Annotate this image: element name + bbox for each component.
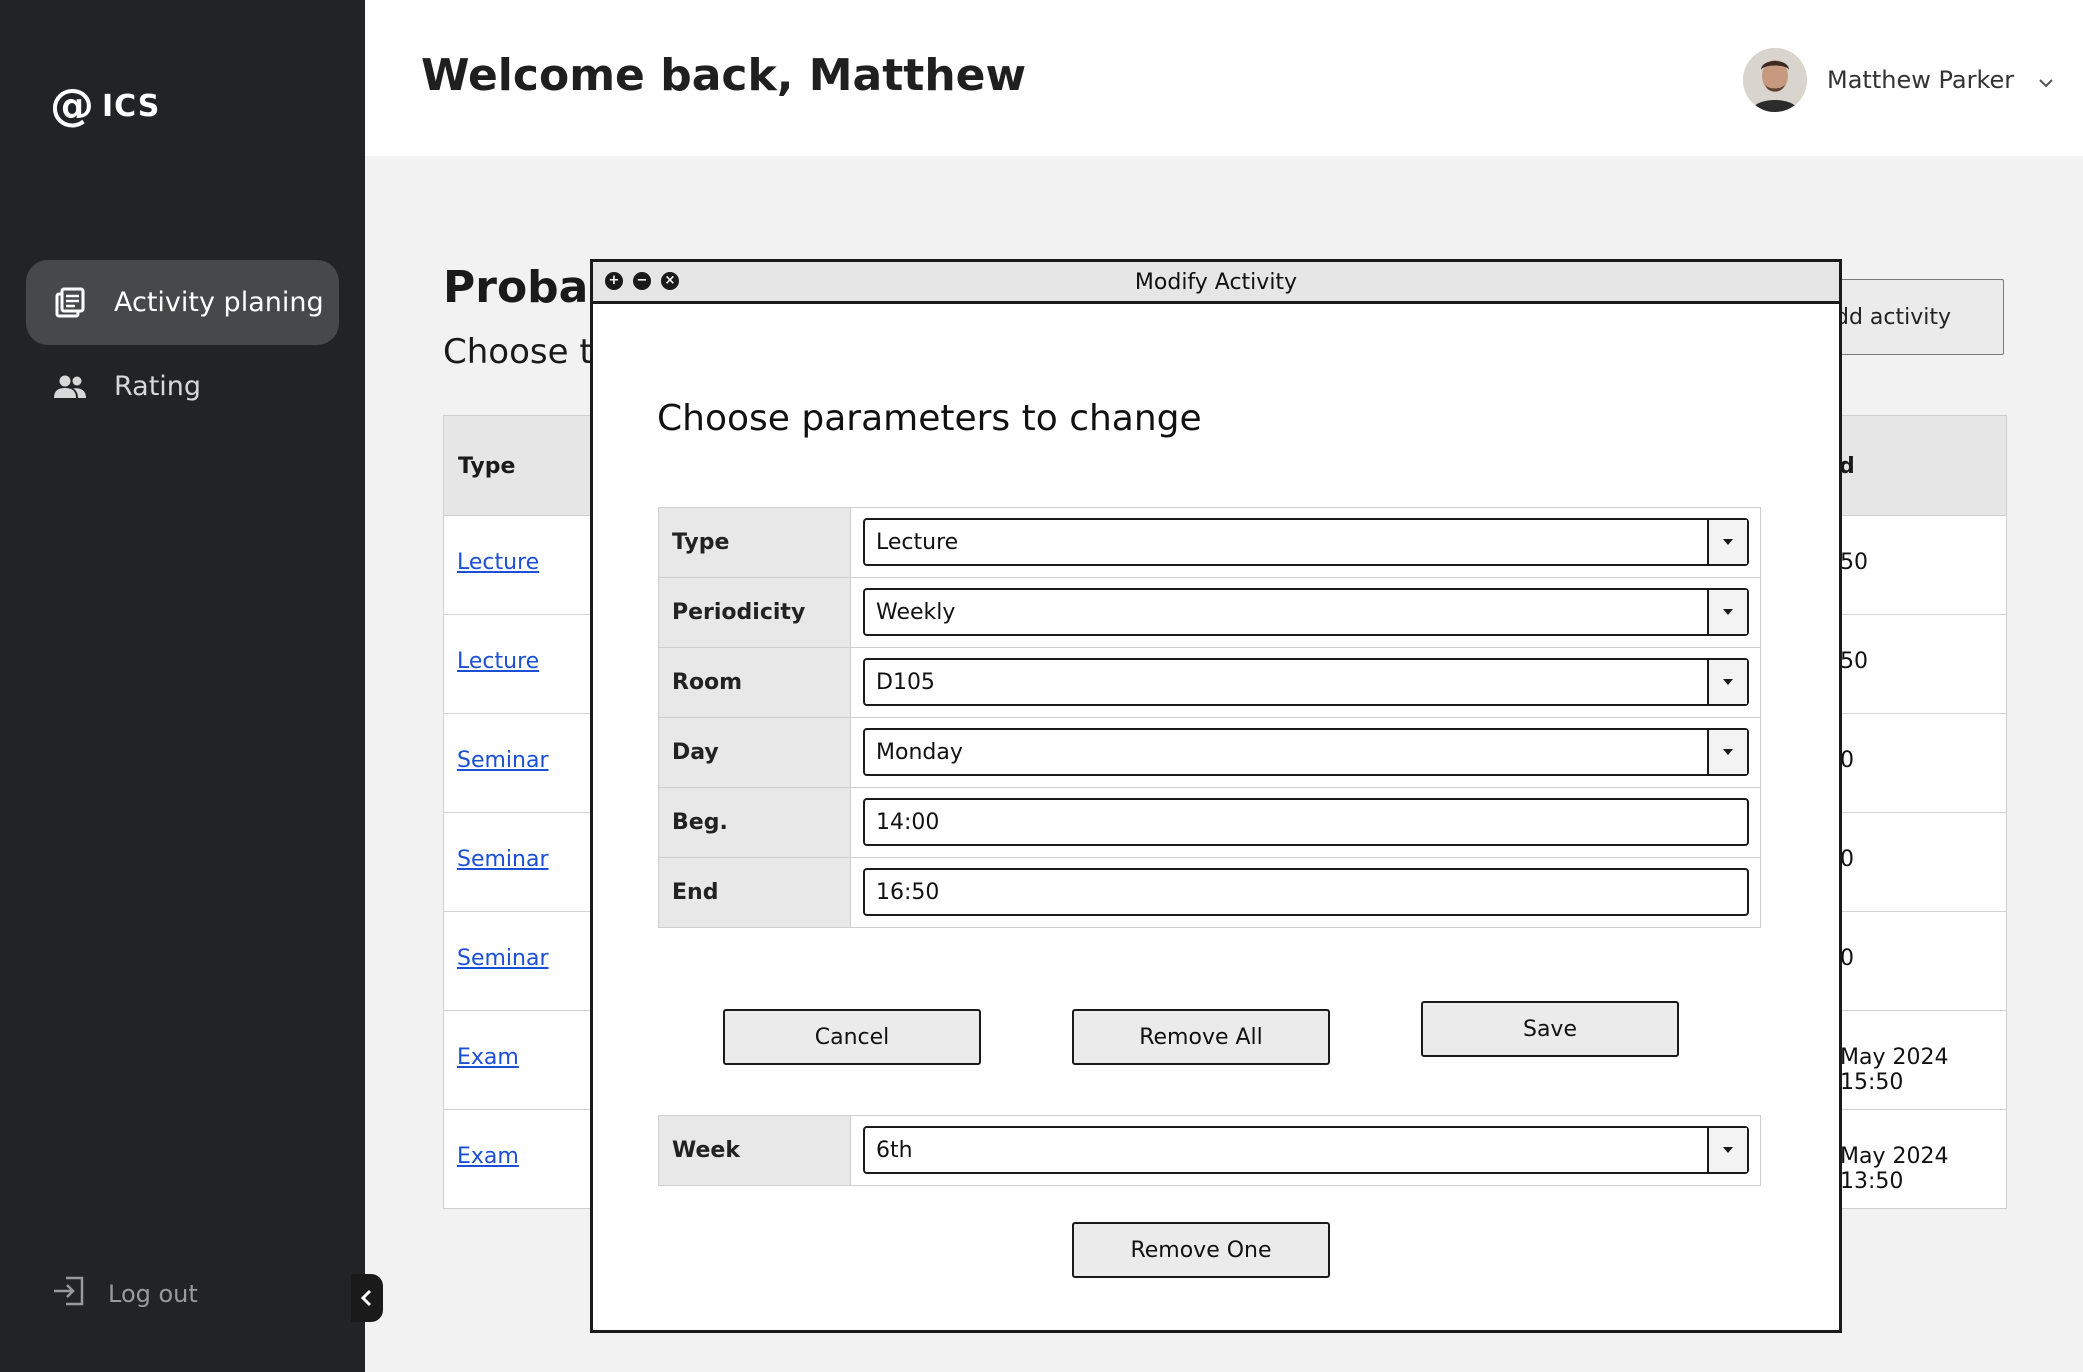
activity-type-link[interactable]: Exam [457,1144,519,1169]
logo[interactable]: @ ICS [50,84,160,128]
form-row-room: Room D105 [659,648,1760,718]
select-value: D105 [876,669,935,695]
select-value: Lecture [876,529,959,555]
form-row-beg: Beg. 14:00 [659,788,1760,858]
room-select[interactable]: D105 [863,658,1749,706]
field-label: Room [659,648,851,717]
activity-end: 0 [1840,847,1854,872]
form-row-periodicity: Periodicity Weekly [659,578,1760,648]
beg-time-input[interactable]: 14:00 [863,798,1749,846]
activity-end: 0 [1840,946,1854,971]
field-label: Day [659,718,851,787]
activity-type-link[interactable]: Exam [457,1045,519,1070]
parameters-form: Type Lecture Periodicity Weekly Room D10… [658,507,1761,928]
dialog-title: Modify Activity [1134,270,1298,295]
column-header-type: Type [458,454,516,479]
dropdown-arrow-icon[interactable] [1707,730,1747,774]
activity-end: May 2024 15:50 [1840,1045,1949,1095]
welcome-heading: Welcome back, Matthew [421,50,1027,101]
day-select[interactable]: Monday [863,728,1749,776]
sidebar-item-label: Rating [114,371,202,402]
logout-icon [52,1276,86,1312]
logout-button[interactable]: Log out [52,1276,198,1312]
field-label: Beg. [659,788,851,857]
avatar [1743,48,1807,112]
type-select[interactable]: Lecture [863,518,1749,566]
page-subtitle: Choose th [443,332,615,372]
dropdown-arrow-icon[interactable] [1707,1128,1747,1172]
dropdown-arrow-icon[interactable] [1707,660,1747,704]
activity-end: 50 [1840,550,1868,575]
activity-type-link[interactable]: Seminar [457,847,549,872]
activity-type-link[interactable]: Lecture [457,550,539,575]
logo-text: ICS [102,88,161,124]
remove-all-button[interactable]: Remove All [1072,1009,1330,1065]
activity-type-link[interactable]: Lecture [457,649,539,674]
activity-end: 50 [1840,649,1868,674]
save-button[interactable]: Save [1421,1001,1679,1057]
list-icon [52,285,88,321]
chevron-left-icon [360,1289,372,1307]
cancel-button[interactable]: Cancel [723,1009,981,1065]
sidebar-item-activity-planing[interactable]: Activity planing [26,260,339,345]
sidebar-item-rating[interactable]: Rating [26,344,339,429]
field-label: Type [659,508,851,577]
form-row-week: Week 6th [659,1116,1760,1185]
header: Welcome back, Matthew Matthew Parker [365,0,2083,156]
user-name: Matthew Parker [1827,66,2015,94]
logout-label: Log out [108,1280,198,1308]
select-value: Weekly [876,599,956,625]
sidebar: @ ICS Activity planing Rating Log out [0,0,365,1372]
dialog-heading: Choose parameters to change [657,398,1202,439]
week-form: Week 6th [658,1115,1761,1186]
form-row-day: Day Monday [659,718,1760,788]
form-row-type: Type Lecture [659,508,1760,578]
people-icon [52,369,88,405]
dropdown-arrow-icon[interactable] [1707,520,1747,564]
form-row-end: End 16:50 [659,858,1760,927]
modify-activity-dialog: + − × Modify Activity Choose parameters … [590,259,1842,1333]
logo-at-icon: @ [50,80,94,131]
dialog-titlebar[interactable]: + − × Modify Activity [593,262,1839,304]
field-label: Week [659,1116,851,1185]
activity-end: 0 [1840,748,1854,773]
week-select[interactable]: 6th [863,1126,1749,1174]
end-time-input[interactable]: 16:50 [863,868,1749,916]
dropdown-arrow-icon[interactable] [1707,590,1747,634]
chevron-down-icon [2038,66,2054,94]
field-label: End [659,858,851,927]
collapse-sidebar-button[interactable] [351,1274,383,1322]
periodicity-select[interactable]: Weekly [863,588,1749,636]
user-menu[interactable]: Matthew Parker [1743,48,2054,112]
select-value: Monday [876,739,963,765]
activity-end: May 2024 13:50 [1840,1144,1949,1194]
field-label: Periodicity [659,578,851,647]
select-value: 6th [876,1137,913,1163]
activity-type-link[interactable]: Seminar [457,946,549,971]
add-activity-button[interactable]: dd activity [1820,279,2004,355]
sidebar-item-label: Activity planing [114,287,324,318]
remove-one-button[interactable]: Remove One [1072,1222,1330,1278]
activity-type-link[interactable]: Seminar [457,748,549,773]
